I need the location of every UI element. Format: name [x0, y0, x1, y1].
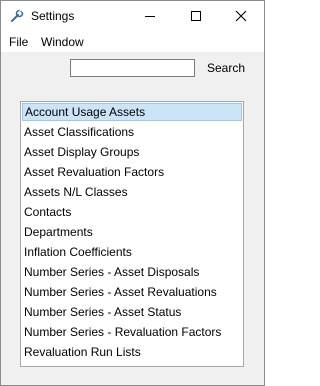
close-icon — [235, 10, 247, 22]
list-item[interactable]: Inflation Coefficients — [22, 243, 242, 261]
minimize-icon — [145, 16, 155, 17]
list-item[interactable]: Departments — [22, 223, 242, 241]
list-item[interactable]: Asset Classifications — [22, 123, 242, 141]
list-item[interactable]: Account Usage Assets — [22, 103, 242, 121]
list-item[interactable]: Number Series - Asset Disposals — [22, 263, 242, 281]
list-item[interactable]: Contacts — [22, 203, 242, 221]
menu-bar: File Window — [1, 32, 264, 52]
list-item[interactable]: Assets N/L Classes — [22, 183, 242, 201]
settings-window: Settings File Window Search Account Usag… — [0, 0, 265, 386]
maximize-icon — [191, 11, 201, 21]
menu-window[interactable]: Window — [41, 35, 84, 49]
search-button[interactable]: Search — [202, 59, 250, 77]
minimize-button[interactable] — [127, 1, 173, 32]
window-title: Settings — [31, 9, 75, 23]
list-item[interactable]: Number Series - Asset Revaluations — [22, 283, 242, 301]
list-item[interactable]: Asset Display Groups — [22, 143, 242, 161]
search-input[interactable] — [70, 59, 195, 77]
settings-app-icon — [10, 9, 24, 23]
close-button[interactable] — [218, 1, 264, 32]
menu-file[interactable]: File — [9, 35, 28, 49]
title-bar[interactable]: Settings — [1, 1, 264, 32]
list-item[interactable]: Asset Revaluation Factors — [22, 163, 242, 181]
settings-list[interactable]: Account Usage Assets Asset Classification… — [20, 101, 244, 367]
list-item[interactable]: Number Series - Revaluation Factors — [22, 323, 242, 341]
list-item[interactable]: Number Series - Asset Status — [22, 303, 242, 321]
list-item[interactable]: Revaluation Run Lists — [22, 343, 242, 361]
maximize-button[interactable] — [173, 1, 219, 32]
